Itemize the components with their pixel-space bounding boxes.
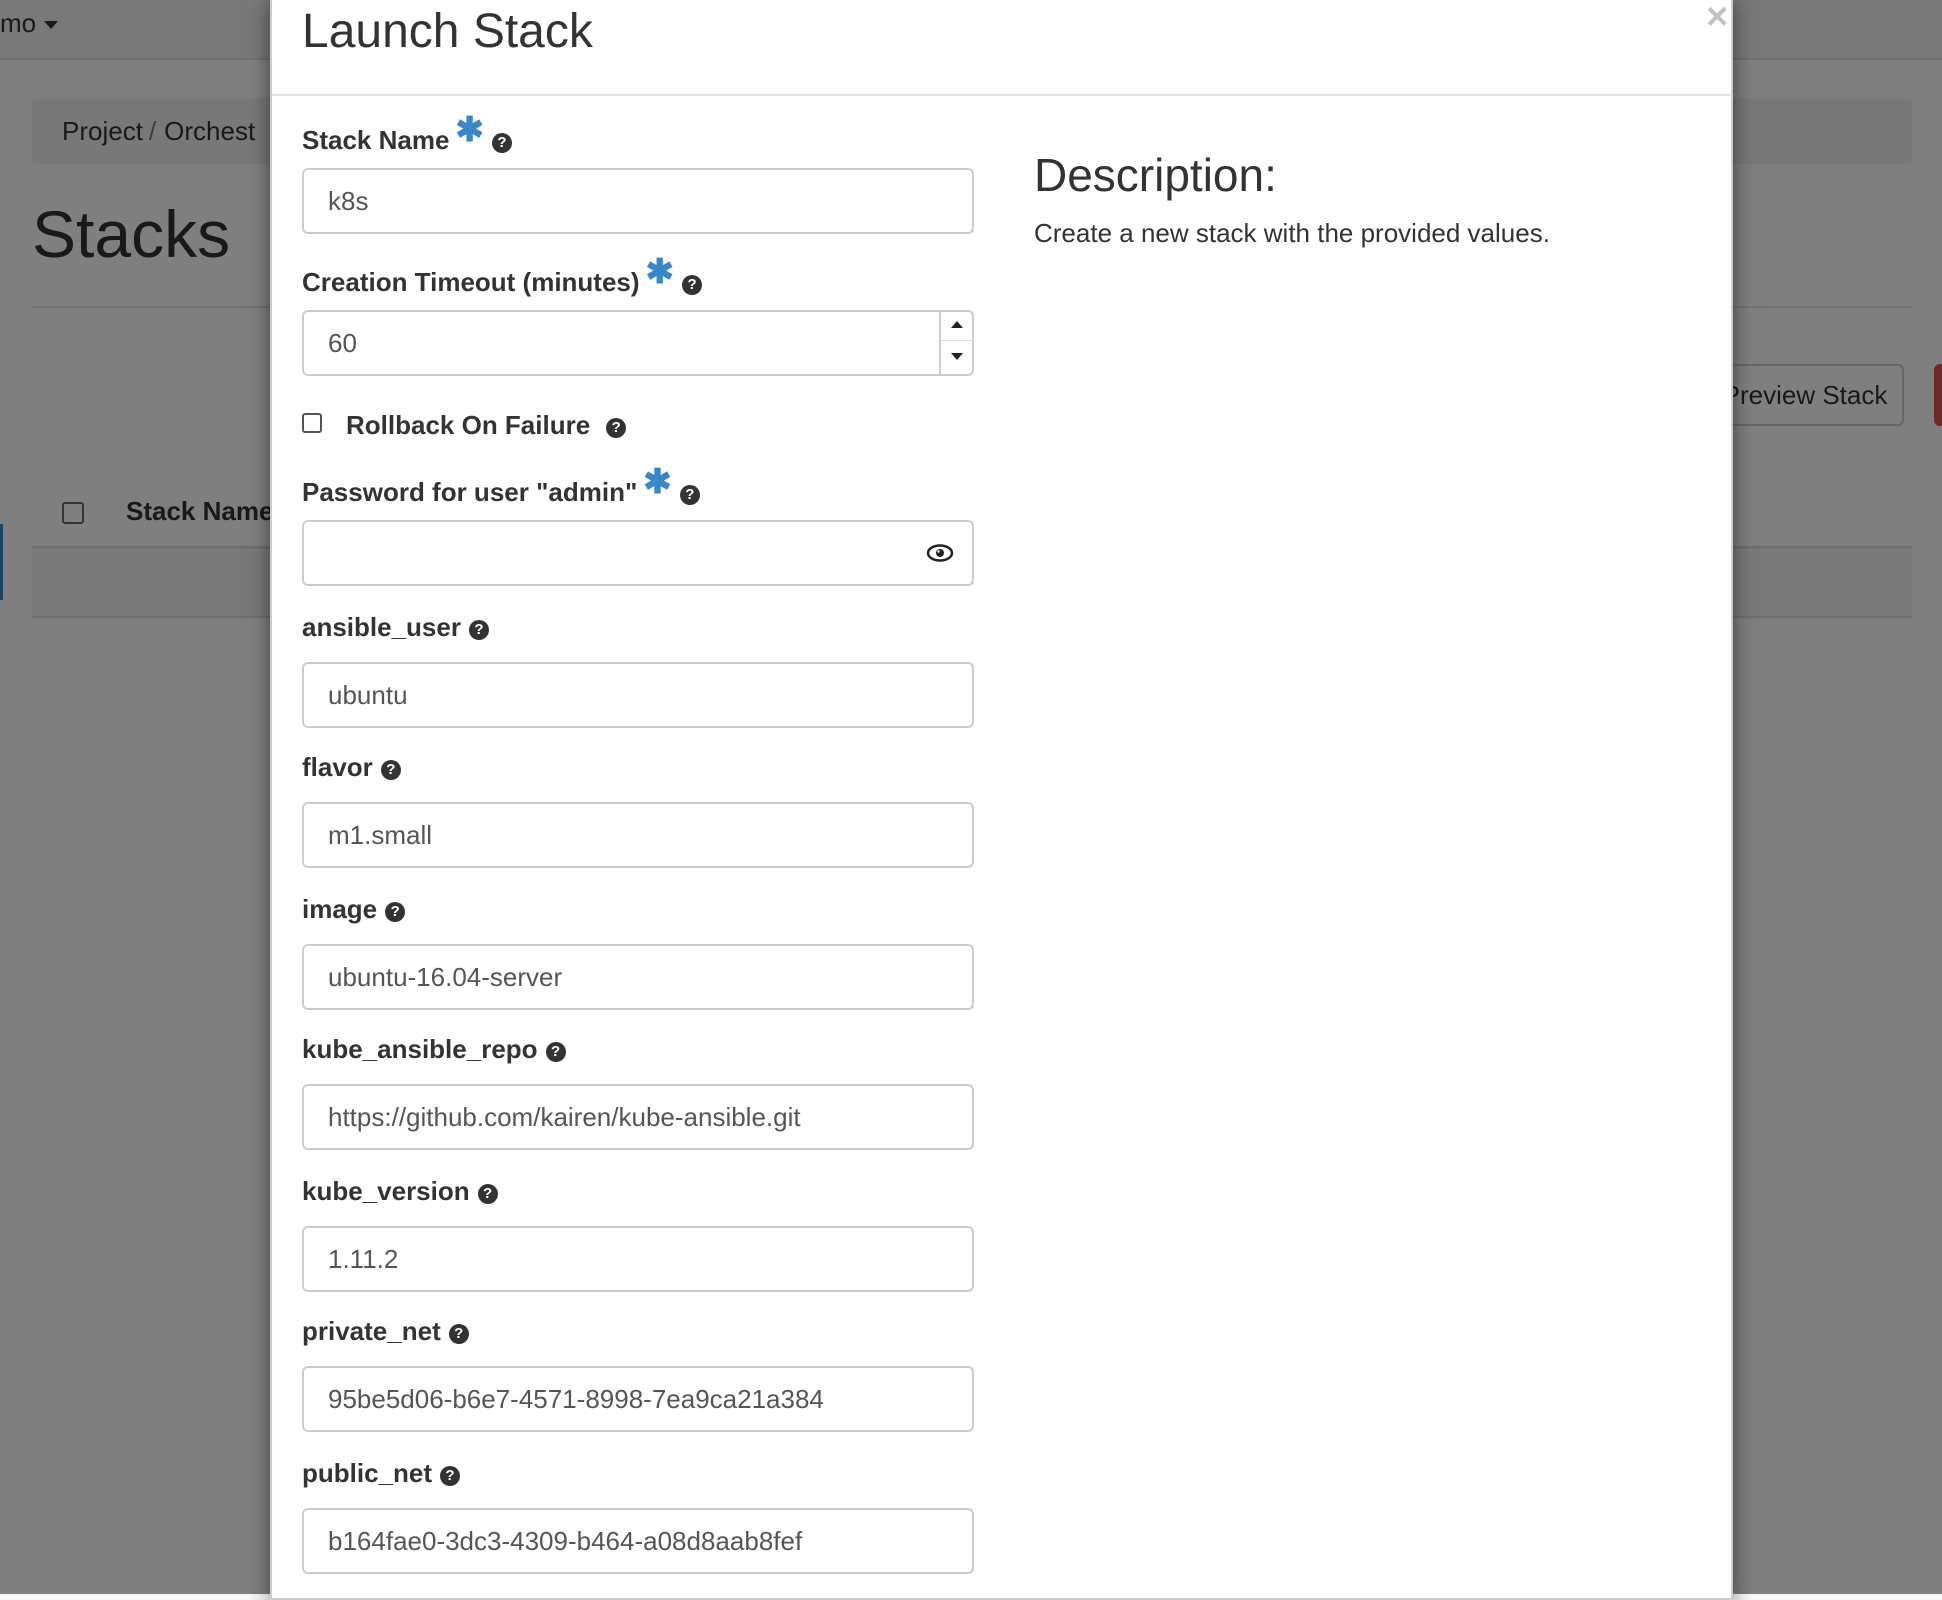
arrow-down-icon — [951, 353, 963, 360]
creation-timeout-label: Creation Timeout (minutes) ✱? — [302, 253, 703, 300]
modal-header: Launch Stack × — [272, 0, 1731, 96]
eye-icon[interactable] — [926, 542, 954, 564]
help-icon[interactable]: ? — [380, 760, 401, 780]
ansible-user-input[interactable] — [302, 662, 974, 728]
public-net-input[interactable] — [302, 1508, 974, 1574]
private-net-label: private_net? — [302, 1316, 469, 1347]
required-asterisk-icon: ✱ — [455, 111, 484, 149]
flavor-label: flavor? — [302, 752, 401, 783]
rollback-label[interactable]: Rollback On Failure? — [346, 410, 627, 441]
image-label: image? — [302, 894, 406, 925]
help-icon[interactable]: ? — [682, 275, 703, 295]
increment-button[interactable] — [941, 310, 974, 341]
description-text: Create a new stack with the provided val… — [1034, 218, 1550, 248]
launch-stack-modal: Launch Stack × Stack Name✱? Creation Tim… — [270, 0, 1733, 1600]
help-icon[interactable]: ? — [385, 902, 406, 922]
modal-title: Launch Stack — [302, 5, 593, 58]
private-net-input[interactable] — [302, 1366, 974, 1432]
kube-version-input[interactable] — [302, 1226, 974, 1292]
public-net-label: public_net? — [302, 1458, 461, 1489]
description-heading: Description: — [1034, 149, 1277, 201]
image-input[interactable] — [302, 944, 974, 1010]
help-icon[interactable]: ? — [491, 133, 512, 153]
help-icon[interactable]: ? — [477, 1184, 498, 1204]
flavor-input[interactable] — [302, 802, 974, 868]
help-icon[interactable]: ? — [468, 620, 489, 640]
ansible-user-label: ansible_user? — [302, 612, 489, 643]
arrow-up-icon — [951, 321, 963, 328]
help-icon[interactable]: ? — [448, 1324, 469, 1344]
help-icon[interactable]: ? — [545, 1042, 566, 1062]
close-icon[interactable]: × — [1706, 0, 1728, 36]
password-label: Password for user "admin" ✱? — [302, 463, 700, 510]
required-asterisk-icon: ✱ — [645, 253, 675, 291]
decrement-button[interactable] — [941, 341, 974, 372]
kube-ansible-repo-input[interactable] — [302, 1084, 974, 1150]
password-input[interactable] — [302, 520, 974, 586]
help-icon[interactable]: ? — [679, 485, 700, 505]
required-asterisk-icon: ✱ — [643, 463, 672, 501]
rollback-checkbox[interactable] — [302, 413, 322, 433]
creation-timeout-input[interactable] — [302, 310, 974, 376]
kube-version-label: kube_version? — [302, 1176, 498, 1207]
stack-name-input[interactable] — [302, 168, 974, 234]
stack-name-label: Stack Name ✱? — [302, 111, 512, 158]
kube-ansible-repo-label: kube_ansible_repo? — [302, 1034, 566, 1065]
help-icon[interactable]: ? — [606, 418, 627, 438]
timeout-stepper[interactable] — [939, 310, 974, 376]
help-icon[interactable]: ? — [440, 1466, 461, 1486]
description-panel: Description: Create a new stack with the… — [1034, 148, 1694, 249]
